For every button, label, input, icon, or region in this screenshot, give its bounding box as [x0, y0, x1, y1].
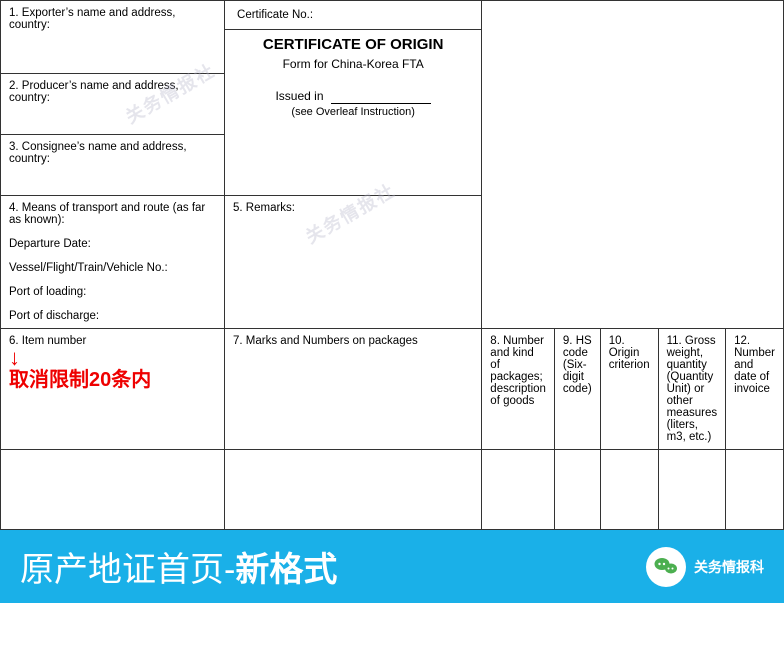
issued-label: Issued in	[275, 89, 323, 103]
banner-wechat: 关务情报科	[646, 547, 764, 587]
field3-label: 3. Consignee’s name and address, country…	[9, 141, 187, 165]
col11-label: 11. Gross weight, quantity (Quantity Uni…	[667, 335, 718, 443]
col6-label: 6. Item number	[9, 335, 86, 347]
departure-label: Departure Date:	[9, 238, 91, 250]
col12-label: 12. Number and date of invoice	[734, 335, 775, 395]
right-inner-table: Certificate No.: CERTIFICATE OF ORIGIN F…	[225, 1, 481, 124]
col8-header: 8. Number and kind of packages; descript…	[482, 329, 555, 450]
wechat-icon	[646, 547, 686, 587]
bottom-banner: 原产地证首页-新格式 关务情报科	[0, 530, 784, 603]
cert-no-cell: Certificate No.:	[225, 1, 481, 30]
col10-data	[600, 450, 658, 530]
banner-title-bold: 新格式	[235, 551, 337, 589]
field2-label: 2. Producer’s name and address, country:	[9, 80, 179, 104]
red-arrow: ↓	[9, 347, 216, 369]
field5-cell: 5. Remarks:	[225, 196, 482, 329]
col10-label: 10. Origin criterion	[609, 335, 650, 371]
banner-title: 原产地证首页-新格式	[20, 542, 337, 591]
banner-title-normal: 原产地证首页-	[20, 551, 235, 589]
col7-header: 7. Marks and Numbers on packages	[225, 329, 482, 450]
col10-header: 10. Origin criterion	[600, 329, 658, 450]
field2-cell: 2. Producer’s name and address, country:	[1, 74, 225, 135]
cert-issued: Issued in	[233, 89, 473, 104]
field4-label: 4. Means of transport and route (as far …	[9, 202, 205, 226]
col6-header: 6. Item number ↓ 取消限制20条内	[1, 329, 225, 450]
col9-label: 9. HS code (Six-digit code)	[563, 335, 592, 395]
cert-instruction: (see Overleaf Instruction)	[233, 106, 473, 118]
field4-cell: 4. Means of transport and route (as far …	[1, 196, 225, 329]
col11-data	[658, 450, 725, 530]
col8-label: 8. Number and kind of packages; descript…	[490, 335, 546, 407]
port-discharge-label: Port of discharge:	[9, 310, 99, 322]
cert-subtitle: Form for China-Korea FTA	[233, 57, 473, 71]
vessel-label: Vessel/Flight/Train/Vehicle No.:	[9, 262, 168, 274]
cert-title: CERTIFICATE OF ORIGIN	[233, 36, 473, 53]
col11-header: 11. Gross weight, quantity (Quantity Uni…	[658, 329, 725, 450]
port-loading-label: Port of loading:	[9, 286, 86, 298]
col9-header: 9. HS code (Six-digit code)	[554, 329, 600, 450]
col12-header: 12. Number and date of invoice	[726, 329, 784, 450]
field5-label: 5. Remarks:	[233, 202, 295, 214]
wechat-label: 关务情报科	[694, 557, 764, 577]
col7-data	[225, 450, 482, 530]
col7-label: 7. Marks and Numbers on packages	[233, 335, 418, 347]
col6-data	[1, 450, 225, 530]
field1-cell: 1. Exporter’s name and address, country:	[1, 1, 225, 74]
wechat-svg	[653, 554, 679, 580]
certificate-table: 1. Exporter’s name and address, country:…	[0, 0, 784, 530]
cert-no-label: Certificate No.:	[237, 9, 313, 21]
col9-data	[554, 450, 600, 530]
col12-data	[726, 450, 784, 530]
field1-label: 1. Exporter’s name and address, country:	[9, 7, 175, 31]
cert-title-cell: CERTIFICATE OF ORIGIN Form for China-Kor…	[225, 30, 481, 125]
issued-line	[331, 89, 431, 104]
right-combined-cell: Certificate No.: CERTIFICATE OF ORIGIN F…	[225, 1, 482, 196]
field3-cell: 3. Consignee’s name and address, country…	[1, 135, 225, 196]
col8-data	[482, 450, 555, 530]
red-annotation-text: 取消限制20条内	[9, 369, 151, 391]
